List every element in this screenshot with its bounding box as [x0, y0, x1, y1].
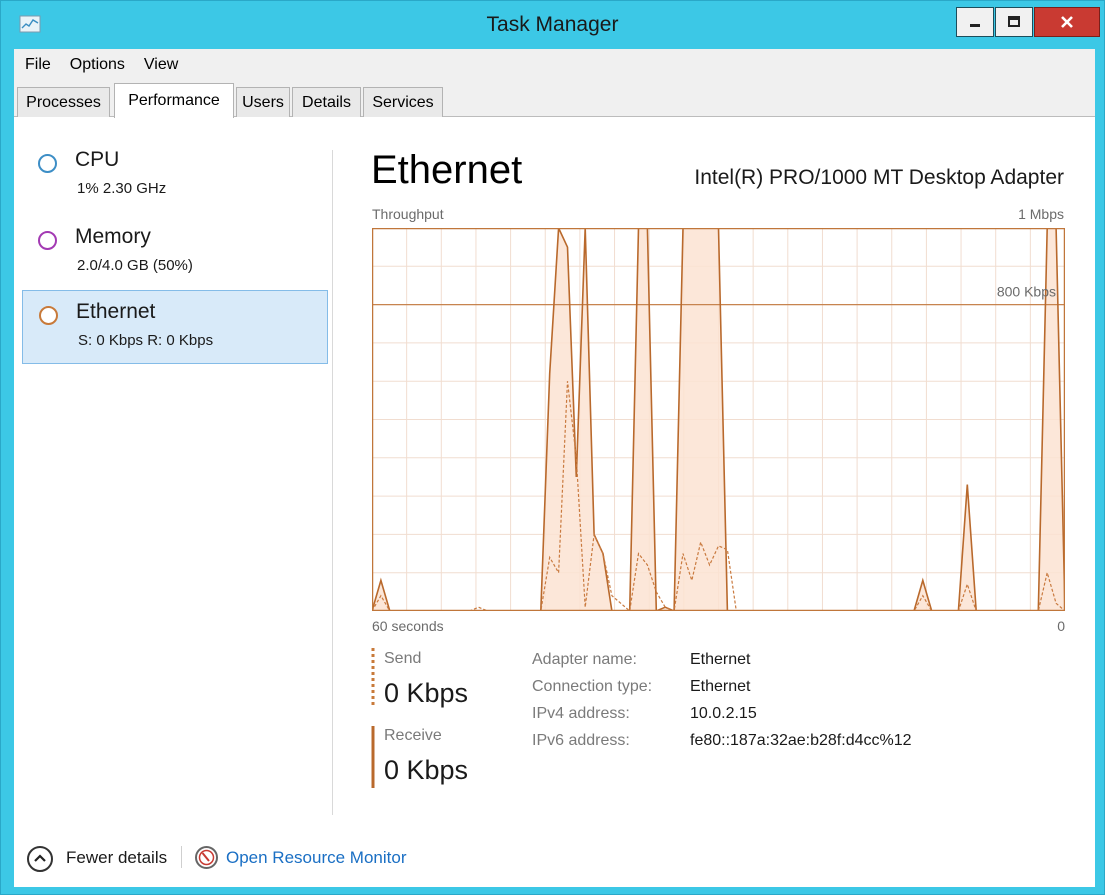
time-end-label: 0 [1057, 618, 1065, 634]
minimize-button[interactable] [956, 7, 994, 37]
receive-label: Receive [384, 727, 442, 744]
footer-separator [181, 846, 182, 868]
menu-view[interactable]: View [144, 56, 178, 74]
ethernet-indicator-icon [39, 306, 58, 325]
prop-ipv6-value: fe80::187a:32ae:b28f:d4cc%12 [690, 732, 912, 749]
prop-ipv4-value: 10.0.2.15 [690, 705, 757, 722]
send-value: 0 Kbps [384, 678, 469, 708]
maximize-button[interactable] [995, 7, 1033, 37]
menu-bar: File Options View [14, 49, 1095, 80]
open-resource-monitor-link[interactable]: Open Resource Monitor [226, 848, 406, 868]
sidebar-item-title: Ethernet [76, 300, 156, 323]
tab-services[interactable]: Services [363, 87, 443, 117]
send-label: Send [384, 650, 422, 667]
cpu-indicator-icon [38, 154, 57, 173]
prop-connection-type-value: Ethernet [690, 678, 751, 695]
menu-file[interactable]: File [25, 56, 51, 74]
sidebar-item-title: CPU [75, 148, 120, 171]
page-title: Ethernet [371, 148, 523, 192]
graph-max-label: 1 Mbps [1018, 206, 1064, 222]
minimize-icon [970, 24, 980, 27]
sidebar-item-memory[interactable]: Memory 2.0/4.0 GB (50%) [22, 216, 328, 290]
memory-indicator-icon [38, 231, 57, 250]
mark-label: 800 Kbps [997, 284, 1056, 300]
task-manager-window: Task Manager File Options View Processes… [0, 0, 1105, 895]
close-icon [1061, 16, 1073, 28]
tab-processes[interactable]: Processes [17, 87, 110, 117]
close-button[interactable] [1034, 7, 1100, 37]
tab-details[interactable]: Details [292, 87, 361, 117]
prop-ipv4-label: IPv4 address: [532, 705, 630, 722]
performance-panel: CPU 1% 2.30 GHz Memory 2.0/4.0 GB (50%) … [14, 118, 1095, 887]
prop-connection-type-label: Connection type: [532, 678, 653, 695]
prop-adapter-name-label: Adapter name: [532, 651, 637, 668]
sidebar-item-ethernet[interactable]: Ethernet S: 0 Kbps R: 0 Kbps [22, 290, 328, 364]
fewer-details-button[interactable]: Fewer details [66, 848, 167, 868]
title-bar[interactable]: Task Manager [1, 1, 1104, 49]
prop-adapter-name-value: Ethernet [690, 651, 751, 668]
panel-divider [332, 150, 333, 815]
menu-options[interactable]: Options [70, 56, 125, 74]
tab-performance[interactable]: Performance [114, 83, 234, 118]
sidebar-item-title: Memory [75, 225, 151, 248]
sidebar-item-subtitle: S: 0 Kbps R: 0 Kbps [78, 332, 214, 349]
sidebar-item-subtitle: 1% 2.30 GHz [77, 180, 167, 197]
window-title: Task Manager [486, 13, 619, 36]
send-indicator [371, 648, 375, 708]
sidebar-item-subtitle: 2.0/4.0 GB (50%) [77, 257, 193, 274]
sidebar-item-cpu[interactable]: CPU 1% 2.30 GHz [22, 139, 328, 213]
client-area: File Options View Processes Performance … [14, 49, 1095, 887]
prop-ipv6-label: IPv6 address: [532, 732, 630, 749]
chevron-up-icon[interactable] [27, 846, 53, 872]
receive-value: 0 Kbps [384, 755, 469, 785]
tab-users[interactable]: Users [236, 87, 290, 117]
maximize-icon [1008, 16, 1020, 27]
throughput-chart: 800 Kbps [372, 228, 1065, 611]
time-start-label: 60 seconds [372, 618, 444, 634]
graph-label: Throughput [372, 206, 444, 222]
tab-strip: Processes Performance Users Details Serv… [14, 80, 1095, 118]
receive-indicator [371, 726, 375, 788]
adapter-description: Intel(R) PRO/1000 MT Desktop Adapter [694, 166, 1064, 189]
resource-monitor-icon[interactable] [194, 845, 219, 870]
